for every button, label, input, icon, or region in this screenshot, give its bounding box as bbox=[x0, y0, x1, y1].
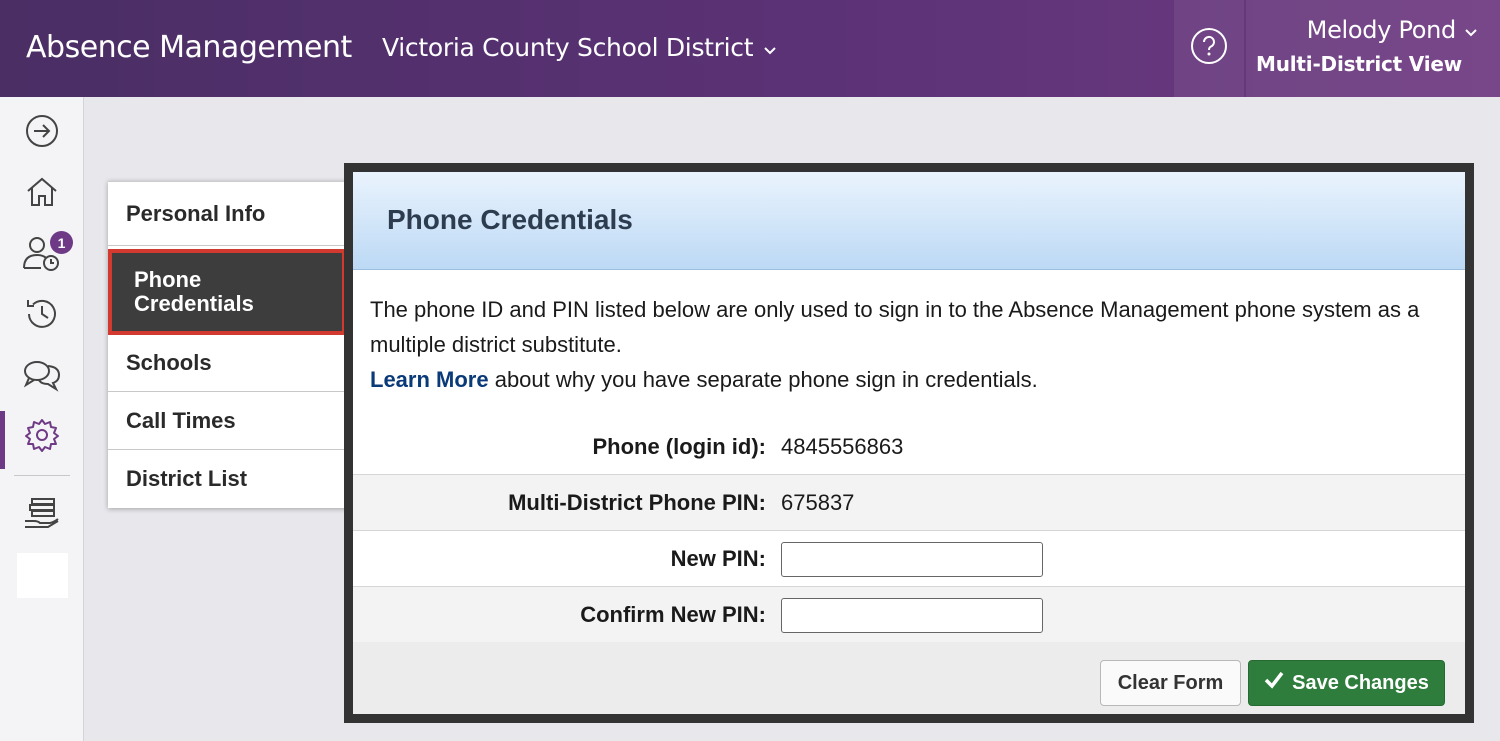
learn-more-suffix: about why you have separate phone sign i… bbox=[488, 367, 1038, 392]
rail-divider bbox=[14, 475, 70, 476]
rail-history-button[interactable] bbox=[0, 288, 84, 344]
confirm-pin-label: Confirm New PIN: bbox=[580, 602, 766, 627]
menu-item-label: Phone Credentials bbox=[134, 267, 254, 316]
user-view-label: Multi-District View bbox=[1256, 52, 1462, 76]
rail-home-button[interactable] bbox=[0, 166, 84, 222]
dialog-footer: Clear Form Save Changes bbox=[353, 642, 1465, 714]
hand-stack-icon bbox=[22, 495, 62, 536]
learn-more-link[interactable]: Learn More bbox=[370, 367, 489, 392]
menu-item-schools[interactable]: Schools bbox=[108, 335, 346, 392]
checkmark-icon bbox=[1264, 671, 1284, 695]
dialog-body: Phone Credentials The phone ID and PIN l… bbox=[353, 172, 1465, 714]
multi-district-pin-value: 675837 bbox=[781, 490, 855, 515]
gear-icon bbox=[24, 417, 60, 458]
dialog-header: Phone Credentials bbox=[353, 172, 1465, 270]
rail-expand-button[interactable] bbox=[0, 105, 84, 161]
phone-login-row: Phone (login id): 4845556863 bbox=[353, 419, 1465, 475]
new-pin-row: New PIN: bbox=[353, 531, 1465, 587]
rail-settings-button[interactable] bbox=[0, 409, 84, 469]
learn-more-line: Learn More about why you have separate p… bbox=[370, 362, 1445, 397]
phone-credentials-dialog: Phone Credentials The phone ID and PIN l… bbox=[344, 163, 1474, 723]
left-rail: 1 bbox=[0, 97, 84, 741]
multi-district-pin-row: Multi-District Phone PIN: 675837 bbox=[353, 475, 1465, 531]
chevron-down-icon bbox=[1464, 16, 1478, 44]
notification-badge: 1 bbox=[50, 231, 73, 254]
district-name: Victoria County School District bbox=[382, 33, 754, 62]
menu-item-personal-info[interactable]: Personal Info bbox=[108, 182, 346, 246]
save-changes-button[interactable]: Save Changes bbox=[1248, 660, 1445, 706]
description-text: The phone ID and PIN listed below are on… bbox=[370, 297, 1420, 357]
help-button[interactable] bbox=[1174, 0, 1244, 97]
history-icon bbox=[23, 295, 61, 338]
new-pin-label: New PIN: bbox=[670, 546, 766, 571]
chat-icon bbox=[22, 358, 62, 397]
app-title: Absence Management bbox=[26, 30, 352, 65]
home-icon bbox=[24, 174, 60, 215]
arrow-right-circle-icon bbox=[24, 113, 60, 154]
rail-benefits-button[interactable] bbox=[0, 487, 84, 543]
menu-item-district-list[interactable]: District List bbox=[108, 450, 346, 508]
menu-item-call-times[interactable]: Call Times bbox=[108, 392, 346, 450]
help-icon bbox=[1190, 27, 1228, 70]
chevron-down-icon bbox=[763, 33, 777, 62]
multi-district-pin-label: Multi-District Phone PIN: bbox=[508, 490, 766, 515]
confirm-pin-input[interactable] bbox=[781, 598, 1043, 633]
rail-messages-button[interactable] bbox=[0, 349, 84, 405]
user-menu[interactable]: Melody Pond Multi-District View bbox=[1246, 0, 1500, 97]
phone-login-value: 4845556863 bbox=[781, 434, 904, 459]
new-pin-input[interactable] bbox=[781, 542, 1043, 577]
save-changes-label: Save Changes bbox=[1292, 671, 1429, 694]
confirm-pin-row: Confirm New PIN: bbox=[353, 587, 1465, 643]
rail-blank-slot bbox=[17, 553, 68, 598]
phone-login-label: Phone (login id): bbox=[592, 434, 766, 459]
dialog-title: Phone Credentials bbox=[387, 204, 633, 235]
rail-absences-button[interactable]: 1 bbox=[0, 227, 84, 283]
menu-item-phone-credentials[interactable]: Phone Credentials bbox=[108, 249, 346, 335]
user-name: Melody Pond bbox=[1306, 16, 1457, 44]
district-selector[interactable]: Victoria County School District bbox=[382, 33, 777, 62]
clear-form-button[interactable]: Clear Form bbox=[1100, 660, 1241, 706]
dialog-description: The phone ID and PIN listed below are on… bbox=[370, 292, 1445, 397]
top-bar: Absence Management Victoria County Schoo… bbox=[0, 0, 1500, 97]
settings-side-menu: Personal Info Phone Credentials Schools … bbox=[108, 181, 348, 508]
